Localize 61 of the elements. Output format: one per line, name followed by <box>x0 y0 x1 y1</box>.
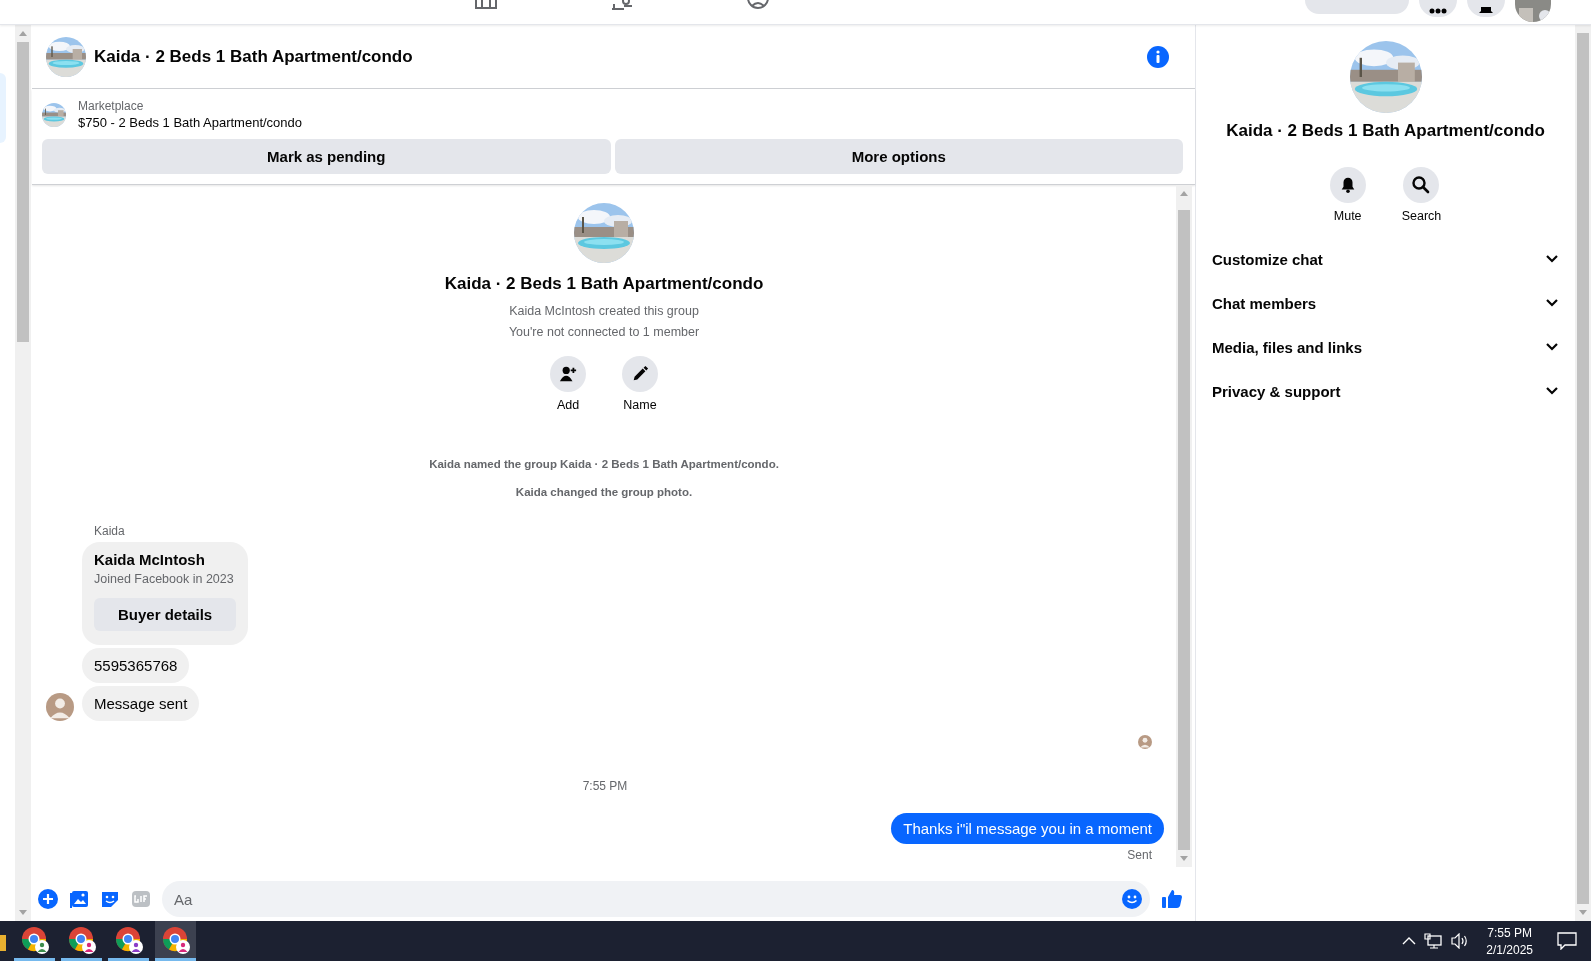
bell-button[interactable] <box>1329 167 1366 203</box>
menu-button[interactable] <box>1419 0 1457 17</box>
browser-taskbar-button[interactable] <box>155 921 196 961</box>
message-bubble: 5595365768 <box>82 648 190 683</box>
bell-icon <box>1477 7 1495 15</box>
section-header[interactable]: Customize chat <box>1212 237 1559 281</box>
scrollbar[interactable] <box>15 25 31 921</box>
scrollbar[interactable] <box>1176 185 1192 867</box>
sticker-icon[interactable] <box>100 889 120 909</box>
group-info-text: You're not connected to 1 member <box>508 325 700 339</box>
section-header[interactable]: Privacy & support <box>1212 369 1559 413</box>
emoji-icon[interactable] <box>1122 889 1142 909</box>
scrollbar[interactable] <box>1575 25 1591 921</box>
groups-icon[interactable] <box>610 0 634 10</box>
info-icon[interactable] <box>1147 45 1169 68</box>
notifications-icon[interactable] <box>1557 932 1577 950</box>
dots-icon <box>1429 7 1447 15</box>
account-button[interactable] <box>1515 0 1551 22</box>
pencil-icon <box>631 365 649 383</box>
like-icon[interactable] <box>1161 888 1183 910</box>
sender-name: Kaida <box>94 524 126 538</box>
action-label: Mute <box>1333 209 1362 223</box>
network-icon[interactable] <box>1424 933 1443 949</box>
clock-time[interactable]: 7:55 PM <box>1487 925 1532 940</box>
listing-summary[interactable]: $750 - 2 Beds 1 Bath Apartment/condo <box>78 115 303 130</box>
action-label: Name <box>623 398 657 412</box>
action-label: Add <box>556 398 580 412</box>
avatar-icon <box>46 693 74 721</box>
buyer-name: Kaida McIntosh <box>94 551 206 568</box>
pencil-button[interactable] <box>622 356 658 392</box>
listing-action-button[interactable]: More options <box>614 139 1183 174</box>
profile-icon[interactable] <box>746 0 770 10</box>
add-person-button[interactable] <box>550 356 586 392</box>
section-header[interactable]: Media, files and links <box>1212 325 1559 369</box>
group-name: Kaida · 2 Beds 1 Bath Apartment/condo <box>444 274 764 294</box>
message-input[interactable]: Aa <box>162 881 1150 917</box>
section-header[interactable]: Chat members <box>1212 281 1559 325</box>
delivery-status: Sent <box>1127 848 1152 862</box>
action-label: Search <box>1401 209 1442 223</box>
chat-title: Kaida · 2 Beds 1 Bath Apartment/condo <box>94 46 413 67</box>
buyer-details-button[interactable]: Buyer details <box>94 598 237 631</box>
group-event: Kaida changed the group photo. <box>515 486 693 498</box>
group-info-text: Kaida McIntosh created this group <box>509 304 699 318</box>
listing-action-button[interactable]: Mark as pending <box>42 139 611 174</box>
search-icon <box>1411 175 1432 195</box>
avatar-icon <box>1138 735 1152 749</box>
show-hidden-icons-icon[interactable] <box>1402 936 1417 946</box>
listing-source: Marketplace <box>78 99 145 113</box>
message-bubble: Message sent <box>82 686 200 721</box>
buyer-joined-text: Joined Facebook in 2023 <box>94 572 235 586</box>
clock-date[interactable]: 2/1/2025 <box>1486 942 1533 957</box>
marketplace-icon[interactable] <box>474 0 498 10</box>
photo-icon[interactable] <box>69 889 89 909</box>
search-button[interactable] <box>1403 167 1440 203</box>
add-person-icon <box>559 365 577 383</box>
chat-name: Kaida · 2 Beds 1 Bath Apartment/condo <box>1226 121 1545 141</box>
message-bubble: Thanks i"il message you in a moment <box>891 813 1164 844</box>
group-event: Kaida named the group Kaida · 2 Beds 1 Bath Apartment/condo. <box>429 458 779 470</box>
timestamp: 7:55 PM <box>582 779 628 793</box>
notifications-button[interactable] <box>1467 0 1505 17</box>
add-icon[interactable] <box>38 889 58 909</box>
